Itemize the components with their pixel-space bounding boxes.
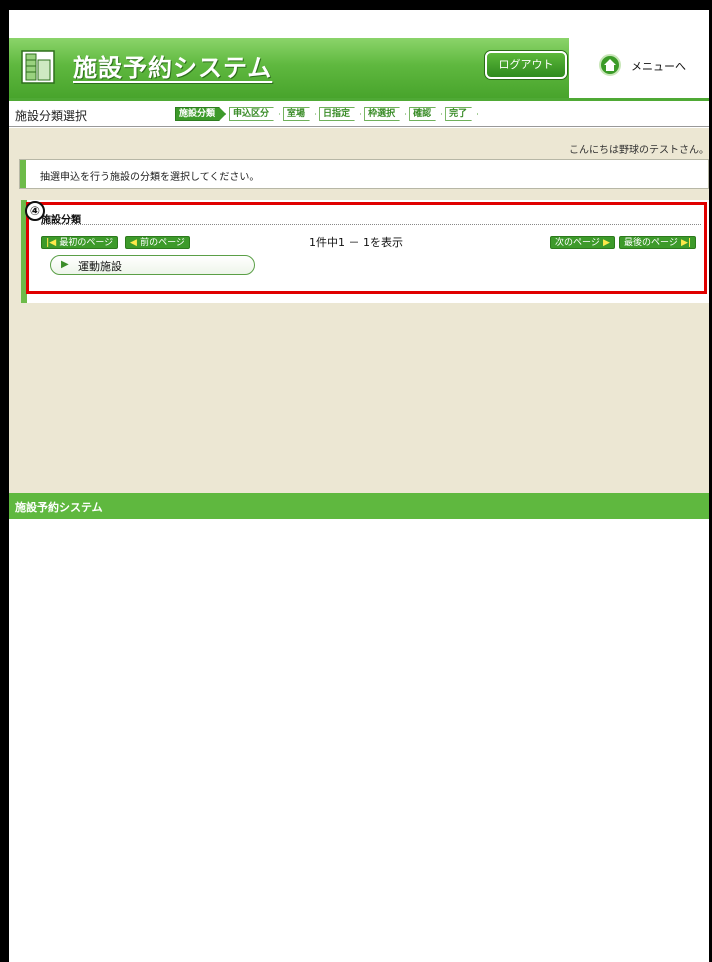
step-complete: 完了 — [445, 107, 478, 121]
building-logo-icon — [21, 50, 55, 84]
step-indicator: 施設分類 申込区分 室場 日指定 枠選択 確認 完了 — [175, 107, 478, 123]
step-bar: 施設分類選択 施設分類 申込区分 室場 日指定 枠選択 確認 完了 — [9, 104, 709, 127]
home-icon[interactable] — [599, 54, 621, 76]
annotation-highlight-box — [26, 202, 707, 294]
main-content: こんにちは野球のテストさん。 抽選申込を行う施設の分類を選択してください。 施設… — [9, 128, 709, 493]
app-title: 施設予約システム — [73, 54, 273, 82]
header: 施設予約システム ログアウト メニューへ — [9, 38, 709, 101]
instruction-box: 抽選申込を行う施設の分類を選択してください。 — [19, 159, 709, 189]
step-application-type: 申込区分 — [229, 107, 280, 121]
screen-title: 施設分類選択 — [15, 109, 88, 123]
step-date: 日指定 — [319, 107, 361, 121]
user-greeting: こんにちは野球のテストさん。 — [569, 145, 709, 156]
instruction-text: 抽選申込を行う施設の分類を選択してください。 — [40, 172, 260, 183]
logout-button[interactable]: ログアウト — [485, 51, 567, 79]
step-confirm: 確認 — [409, 107, 442, 121]
header-underline — [9, 98, 709, 101]
step-room: 室場 — [283, 107, 316, 121]
annotation-step-marker: ④ — [25, 201, 45, 221]
menu-link[interactable]: メニューへ — [631, 58, 686, 74]
footer: 施設予約システム — [9, 493, 709, 519]
step-slot-selection: 枠選択 — [364, 107, 406, 121]
app-window: 施設予約システム ログアウト メニューへ 施設分類選択 施設分類 申込区分 室場… — [9, 10, 709, 962]
footer-text: 施設予約システム — [15, 501, 103, 514]
instruction-accent-bar — [20, 160, 26, 188]
step-facility-category: 施設分類 — [175, 107, 226, 121]
